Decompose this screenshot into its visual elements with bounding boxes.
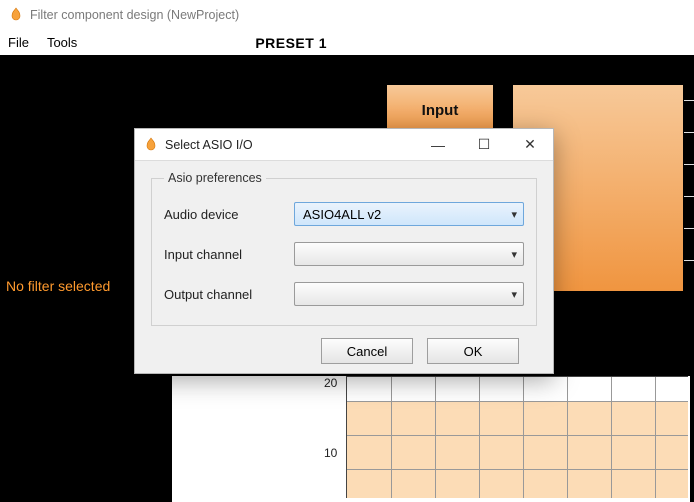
chevron-down-icon: ▾	[511, 248, 517, 261]
main-title: Filter component design (NewProject)	[30, 8, 239, 22]
main-titlebar: Filter component design (NewProject)	[0, 0, 694, 30]
asio-preferences-group: Asio preferences Audio device ASIO4ALL v…	[151, 171, 537, 326]
dialog-window-controls: — ☐ ✕	[415, 129, 553, 160]
wire	[684, 100, 694, 101]
cancel-button[interactable]: Cancel	[321, 338, 413, 364]
y-tick-20: 20	[324, 376, 340, 390]
output-channel-combo[interactable]: ▾	[294, 282, 524, 306]
row-output-channel: Output channel ▾	[164, 277, 524, 311]
app-logo-icon	[8, 7, 24, 23]
group-legend: Asio preferences	[164, 171, 266, 185]
audio-device-combo[interactable]: ASIO4ALL v2 ▾	[294, 202, 524, 226]
wire	[684, 132, 694, 133]
menu-file[interactable]: File	[8, 35, 29, 50]
dialog-titlebar[interactable]: Select ASIO I/O — ☐ ✕	[135, 129, 553, 161]
label-output-channel: Output channel	[164, 287, 294, 302]
input-channel-combo[interactable]: ▾	[294, 242, 524, 266]
minimize-button[interactable]: —	[415, 129, 461, 160]
menubar: File Tools PRESET 1	[0, 30, 694, 56]
dialog-body: Asio preferences Audio device ASIO4ALL v…	[135, 161, 553, 364]
dialog-buttons: Cancel OK	[151, 326, 537, 364]
graph-panel: 20 10	[172, 376, 690, 502]
asio-dialog: Select ASIO I/O — ☐ ✕ Asio preferences A…	[134, 128, 554, 374]
wire	[684, 260, 694, 261]
maximize-button[interactable]: ☐	[461, 129, 507, 160]
dialog-title: Select ASIO I/O	[165, 138, 415, 152]
gridline	[347, 435, 688, 436]
plot-area	[347, 401, 688, 498]
row-audio-device: Audio device ASIO4ALL v2 ▾	[164, 197, 524, 231]
gridline	[655, 377, 656, 498]
gridline	[523, 377, 524, 498]
minimize-icon: —	[431, 137, 445, 153]
menu-tools[interactable]: Tools	[47, 35, 77, 50]
graph-grid	[346, 376, 688, 498]
gridline	[611, 377, 612, 498]
status-no-filter: No filter selected	[6, 278, 110, 294]
gridline	[435, 377, 436, 498]
gridline	[567, 377, 568, 498]
chevron-down-icon: ▾	[511, 208, 517, 221]
wire	[684, 164, 694, 165]
row-input-channel: Input channel ▾	[164, 237, 524, 271]
label-audio-device: Audio device	[164, 207, 294, 222]
maximize-icon: ☐	[478, 136, 491, 153]
chevron-down-icon: ▾	[511, 288, 517, 301]
preset-label: PRESET 1	[255, 35, 327, 51]
close-icon: ✕	[524, 136, 536, 153]
audio-device-value: ASIO4ALL v2	[303, 207, 381, 222]
gridline	[391, 377, 392, 498]
gridline	[479, 377, 480, 498]
gridline	[347, 469, 688, 470]
y-tick-10: 10	[324, 446, 340, 460]
dialog-logo-icon	[143, 137, 159, 153]
wire	[684, 196, 694, 197]
label-input-channel: Input channel	[164, 247, 294, 262]
app-window: Filter component design (NewProject) Fil…	[0, 0, 694, 502]
close-button[interactable]: ✕	[507, 129, 553, 160]
ok-button[interactable]: OK	[427, 338, 519, 364]
gridline	[347, 401, 688, 402]
input-block-label: Input	[422, 102, 459, 119]
wire	[684, 228, 694, 229]
